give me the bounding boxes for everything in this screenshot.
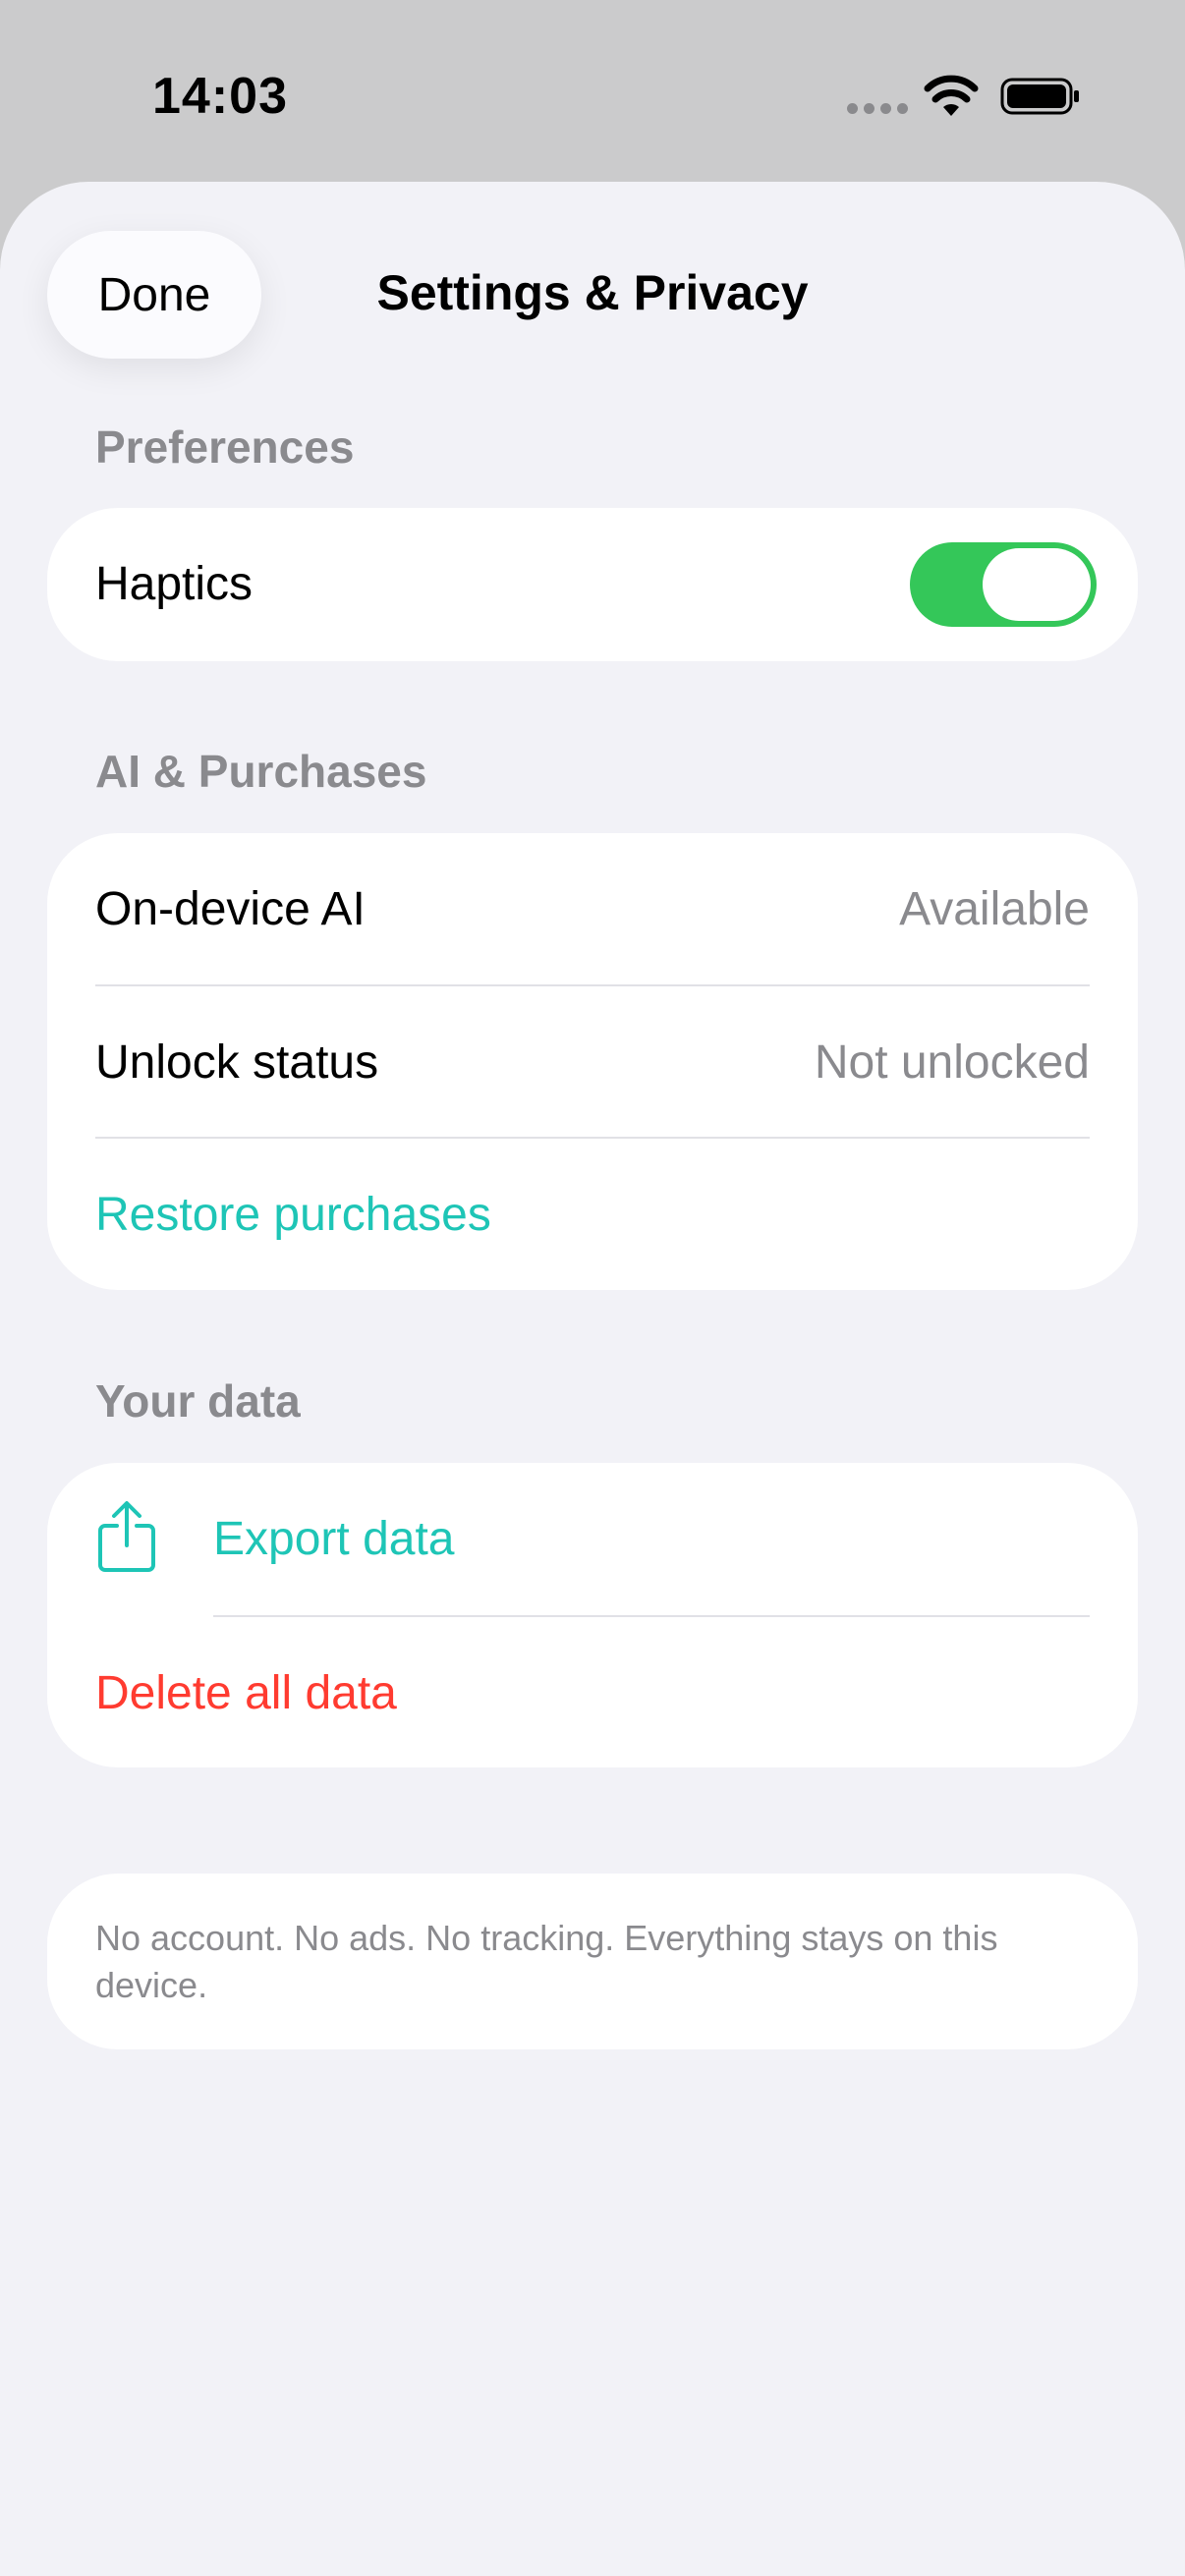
divider (95, 1137, 1090, 1139)
wifi-icon (924, 75, 979, 116)
settings-sheet: Done Settings & Privacy Preferences Hapt… (0, 182, 1185, 2576)
restore-purchases-button[interactable]: Restore purchases (95, 1188, 491, 1242)
haptics-toggle[interactable] (910, 542, 1097, 627)
your-data-card: Export data Delete all data (47, 1463, 1138, 1767)
unlock-status-label: Unlock status (95, 1036, 379, 1089)
status-time: 14:03 (152, 68, 288, 125)
divider (213, 1615, 1090, 1617)
section-header-your-data: Your data (95, 1375, 301, 1427)
cellular-icon (847, 103, 908, 114)
share-icon (98, 1501, 155, 1572)
section-header-preferences: Preferences (95, 421, 355, 473)
toggle-knob (983, 548, 1091, 621)
on-device-ai-label: On-device AI (95, 883, 366, 935)
export-data-button[interactable]: Export data (213, 1512, 454, 1566)
privacy-note-card: No account. No ads. No tracking. Everyth… (47, 1874, 1138, 2049)
status-bar: 14:03 (0, 0, 1185, 182)
preferences-card: Haptics (47, 508, 1138, 661)
on-device-ai-value: Available (899, 883, 1090, 935)
ai-purchases-card: On-device AI Available Unlock status Not… (47, 833, 1138, 1290)
page-title: Settings & Privacy (376, 265, 809, 320)
delete-all-data-button[interactable]: Delete all data (95, 1666, 397, 1720)
battery-icon (1000, 78, 1079, 115)
divider (95, 984, 1090, 986)
unlock-status-value: Not unlocked (814, 1036, 1090, 1089)
privacy-note: No account. No ads. No tracking. Everyth… (95, 1918, 998, 2005)
section-header-ai-purchases: AI & Purchases (95, 746, 427, 797)
haptics-label: Haptics (95, 558, 254, 610)
